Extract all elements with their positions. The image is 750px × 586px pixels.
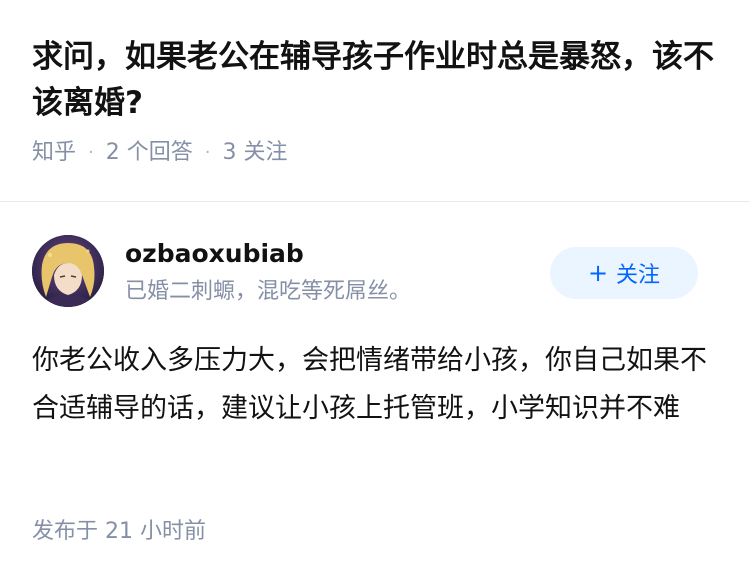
avatar[interactable]: [32, 235, 104, 307]
answer-content[interactable]: 你老公收入多压力大，会把情绪带给小孩，你自己如果不合适辅导的话，建议让小孩上托管…: [32, 337, 712, 433]
author-bio: 已婚二刺螈，混吃等死屌丝。: [125, 279, 412, 304]
separator-dot: ·: [88, 142, 94, 163]
answer-author: ozbaoxubiab 已婚二刺螈，混吃等死屌丝。 + 关注: [32, 235, 718, 315]
plus-icon: +: [587, 259, 609, 287]
answer-text: 你老公收入多压力大，会把情绪带给小孩，你自己如果不合适辅导的话，建议让小孩上托管…: [32, 345, 707, 424]
avatar-image: [32, 235, 104, 307]
answers-count[interactable]: 2 个回答: [106, 138, 193, 168]
question-title[interactable]: 求问，如果老公在辅导孩子作业时总是暴怒，该不该离婚?: [32, 34, 722, 126]
followers-count-number: 3: [222, 140, 237, 165]
followers-count[interactable]: 3 关注: [223, 138, 288, 168]
answers-count-number: 2: [105, 140, 120, 165]
source-label[interactable]: 知乎: [32, 138, 76, 168]
answers-count-label: 个回答: [126, 140, 193, 165]
separator-dot: ·: [204, 142, 211, 163]
followers-count-label: 关注: [243, 140, 288, 165]
follow-label: 关注: [616, 263, 661, 288]
divider: [0, 201, 750, 202]
question-header: 求问，如果老公在辅导孩子作业时总是暴怒，该不该离婚? 知乎 · 2 个回答 · …: [32, 34, 722, 168]
publish-time: 发布于 21 小时前: [32, 519, 206, 544]
author-name[interactable]: ozbaoxubiab: [125, 237, 304, 271]
follow-button[interactable]: + 关注: [550, 247, 698, 299]
question-meta: 知乎 · 2 个回答 · 3 关注: [32, 138, 722, 168]
